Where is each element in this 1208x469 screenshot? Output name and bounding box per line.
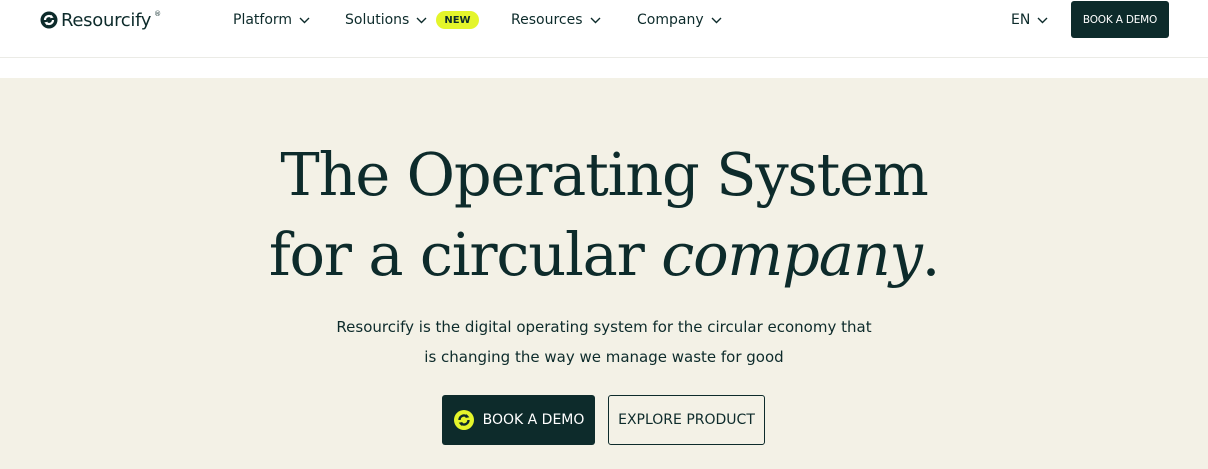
chevron-down-icon [416,17,427,23]
hero-headline: The Operating System for a circular comp… [0,135,1208,295]
book-demo-label: BOOK A DEMO [482,412,585,428]
nav-item-platform[interactable]: Platform [233,10,310,30]
chevron-down-icon [1037,17,1048,23]
chevron-down-icon [711,17,722,23]
chevron-down-icon [299,17,310,23]
subtitle-line-1: Resourcify is the digital operating syst… [336,318,872,336]
recycle-logo-icon [40,11,58,29]
headline-line-2-prefix: for a circular [268,220,662,289]
nav-book-demo-button[interactable]: BOOK A DEMO [1071,1,1169,38]
nav-item-company[interactable]: Company [637,10,722,30]
nav-item-label: Solutions [345,12,410,28]
new-badge: NEW [436,11,479,29]
hero-section: The Operating System for a circular comp… [0,78,1208,469]
nav-item-resources[interactable]: Resources [511,10,601,30]
book-demo-button[interactable]: BOOK A DEMO [442,395,595,445]
nav-item-label: Company [637,12,704,28]
nav-item-solutions[interactable]: Solutions NEW [345,10,479,30]
top-navigation: Resourcify ® Platform Solutions NEW Resou… [0,0,1208,58]
language-label: EN [1011,12,1031,28]
chevron-down-icon [590,17,600,23]
hero-subtitle: Resourcify is the digital operating syst… [0,312,1208,372]
headline-emphasis: company [661,220,923,289]
nav-item-label: Resources [511,12,583,28]
headline-line-1: The Operating System [280,140,928,209]
logo-text: Resourcify [61,9,152,31]
registered-mark: ® [154,10,162,18]
headline-period: . [921,220,941,289]
recycle-arrows-icon [453,410,474,430]
logo[interactable]: Resourcify ® [39,7,161,33]
nav-item-label: Platform [233,12,293,28]
language-selector[interactable]: EN [1011,10,1048,30]
subtitle-line-2: is changing the way we manage waste for … [424,348,784,366]
explore-product-button[interactable]: EXPLORE PRODUCT [608,395,765,445]
